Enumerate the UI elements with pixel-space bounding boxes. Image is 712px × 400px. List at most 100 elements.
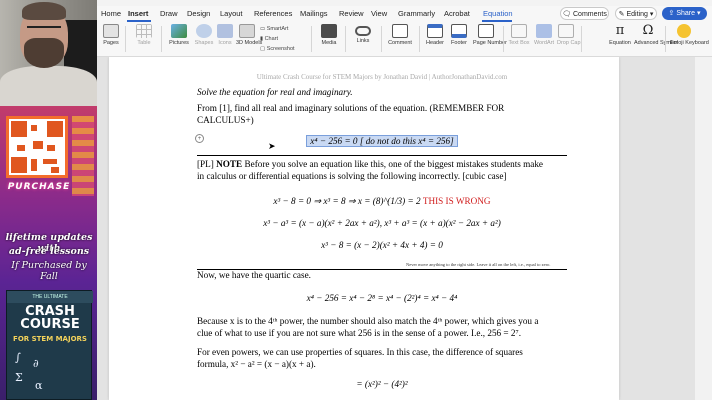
- pictures-icon: [171, 24, 187, 38]
- footer-icon: [451, 24, 467, 38]
- promo-banner: PURCHASE lifetime updates with ad-free l…: [0, 106, 97, 400]
- advanced-symbol-button[interactable]: Ω Advanced Symbol: [634, 23, 678, 47]
- equation-squares: = (x²)² − (4²)²: [356, 379, 408, 389]
- page-number-icon: [478, 24, 494, 38]
- icons-button[interactable]: Icons: [216, 24, 234, 46]
- paragraph: in calculus or differential equations is…: [197, 171, 507, 181]
- tab-equation[interactable]: Equation: [483, 9, 513, 18]
- smartart-button[interactable]: ▭ SmartArt: [260, 26, 288, 32]
- wordart-icon: [536, 24, 552, 38]
- comment-button[interactable]: Comment: [387, 24, 413, 46]
- drop-cap-button[interactable]: Drop Cap: [557, 24, 581, 46]
- emoji-keyboard-button[interactable]: Emoji Keyboard: [670, 24, 709, 46]
- alpha-icon: α: [35, 379, 43, 392]
- pictures-button[interactable]: Pictures: [167, 24, 191, 46]
- decorative-border: [72, 116, 94, 196]
- editing-button[interactable]: ✎ Editing ▾: [615, 7, 657, 20]
- shapes-icon: [196, 24, 212, 38]
- equation-field[interactable]: x⁴ − 256 = 0 [ do not do this x⁴ = 256]: [306, 135, 458, 147]
- chevron-down-icon: ▾: [695, 10, 701, 17]
- comment-icon: [392, 24, 408, 38]
- ribbon-divider: [503, 26, 504, 52]
- chevron-down-icon: ▾: [647, 11, 654, 18]
- text-box-button[interactable]: Text Box: [507, 24, 531, 46]
- equation-difference-of-cubes: x³ − a³ = (x − a)(x² + 2ax + a²), x³ + a…: [263, 218, 501, 228]
- paragraph: For even powers, we can use properties o…: [197, 347, 523, 357]
- link-icon: [355, 26, 371, 36]
- promo-line-3: If Purchased by Fall: [11, 260, 87, 282]
- equation-factored: x³ − 8 = (x − 2)(x² + 4x + 4) = 0: [321, 240, 443, 250]
- promo-line-2: ad-free lessons: [8, 246, 90, 257]
- equation-cubic: x³ − 8 = 0 ⇒ x³ = 8 ⇒ x = (8)^(1/3) = 2 …: [273, 196, 491, 206]
- qr-code: [6, 116, 68, 178]
- tab-home[interactable]: Home: [101, 9, 121, 18]
- tab-references[interactable]: References: [254, 9, 292, 18]
- paragraph: From [1], find all real and imaginary so…: [197, 103, 505, 113]
- emoji-icon: [677, 24, 691, 38]
- ribbon-divider: [381, 26, 382, 52]
- text-box-icon: [511, 24, 527, 38]
- links-button[interactable]: Links: [353, 24, 373, 44]
- media-button[interactable]: Media: [319, 24, 339, 46]
- table-button[interactable]: Table: [133, 24, 155, 46]
- video-sidebar: PURCHASE lifetime updates with ad-free l…: [0, 0, 97, 400]
- ribbon-divider: [345, 26, 346, 52]
- header-icon: [427, 24, 443, 38]
- table-icon: [136, 24, 152, 38]
- ribbon-divider: [161, 26, 162, 52]
- document-canvas: + Ultimate Crash Course for STEM Majors …: [97, 57, 712, 400]
- ribbon-divider: [311, 26, 312, 52]
- equation-button[interactable]: π Equation: [605, 23, 635, 47]
- vertical-scrollbar[interactable]: [695, 57, 712, 400]
- pi-icon: π: [615, 23, 625, 38]
- equation-quartic: x⁴ − 256 = x⁴ − 2⁸ = x⁴ − (2²)⁴ = x⁴ − 4…: [306, 293, 458, 303]
- paragraph: Because x is to the 4ᵗʰ power, the numbe…: [197, 316, 539, 326]
- small-note: Never move anything to the right side. L…: [406, 262, 551, 267]
- purchase-label: PURCHASE: [7, 182, 71, 192]
- shapes-button[interactable]: Shapes: [193, 24, 215, 46]
- 3d-models-button[interactable]: 3D Models: [236, 24, 262, 46]
- paragraph: Solve the equation for real and imaginar…: [197, 87, 353, 97]
- comments-button[interactable]: 🗨 Comments: [560, 7, 609, 20]
- tab-mailings[interactable]: Mailings: [300, 9, 328, 18]
- ribbon-divider: [581, 26, 582, 52]
- paragraph: [PL] NOTE Before you solve an equation l…: [197, 159, 544, 169]
- paragraph: formula, x² − a² = (x − a)(x + a).: [197, 359, 316, 369]
- equation-selected[interactable]: x⁴ − 256 = 0 [ do not do this x⁴ = 256]: [197, 135, 567, 147]
- tab-acrobat[interactable]: Acrobat: [444, 9, 470, 18]
- divider: [197, 155, 567, 156]
- chart-button[interactable]: ▮ Chart: [260, 36, 278, 42]
- tab-view[interactable]: View: [371, 9, 387, 18]
- webcam-feed: [0, 0, 97, 106]
- footer-button[interactable]: Footer: [448, 24, 470, 46]
- book-cover: THE ULTIMATE CRASH COURSE FOR STEM MAJOR…: [6, 290, 93, 400]
- tab-grammarly[interactable]: Grammarly: [398, 9, 435, 18]
- tab-insert[interactable]: Insert: [128, 9, 148, 18]
- comment-icon: 🗨: [562, 11, 573, 18]
- integral-icon: ∫: [15, 351, 21, 364]
- drop-cap-icon: [558, 24, 574, 38]
- paragraph: CALCULUS+): [197, 115, 254, 125]
- book-top-label: THE ULTIMATE: [7, 291, 93, 303]
- pages-button[interactable]: Pages: [101, 24, 121, 46]
- wordart-button[interactable]: WordArt: [533, 24, 555, 46]
- ribbon-divider: [125, 26, 126, 52]
- page-header: Ultimate Crash Course for STEM Majors by…: [256, 73, 508, 81]
- page-number-button[interactable]: Page Number: [473, 24, 507, 46]
- header-button[interactable]: Header: [424, 24, 446, 46]
- ribbon-divider: [665, 26, 666, 52]
- icons-icon: [217, 24, 233, 38]
- insert-ribbon: Pages Table Pictures Shapes Icons 3D Mod…: [97, 22, 712, 57]
- tab-design[interactable]: Design: [187, 9, 210, 18]
- smartart-icon: ▭: [260, 26, 267, 32]
- tab-review[interactable]: Review: [339, 9, 364, 18]
- tab-layout[interactable]: Layout: [220, 9, 243, 18]
- screenshot-button[interactable]: ▢ Screenshot: [260, 46, 295, 52]
- tab-draw[interactable]: Draw: [160, 9, 178, 18]
- omega-icon: Ω: [642, 23, 654, 38]
- book-title: CRASH COURSE: [20, 304, 80, 332]
- share-button[interactable]: ⇪ Share ▾: [662, 7, 707, 20]
- word-window: Home Insert Draw Design Layout Reference…: [97, 0, 712, 400]
- paragraph: clue of what to use if you are not sure …: [197, 328, 521, 338]
- sigma-icon: Σ: [15, 371, 23, 384]
